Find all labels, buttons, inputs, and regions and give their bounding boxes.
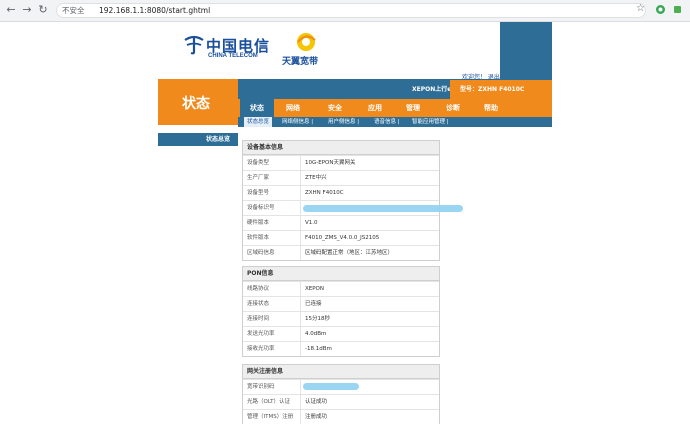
row-label: 硬件版本 xyxy=(243,216,301,230)
china-telecom-logo-icon xyxy=(184,35,204,55)
reload-icon[interactable]: ↻ xyxy=(36,3,50,17)
forward-icon[interactable]: → xyxy=(20,3,34,17)
subtab-smart-app[interactable]: 智能应用管理 | xyxy=(412,117,449,127)
pon-info-table: PON信息 线路协议 XEPON 连接状态 已连接 连接时间 15分18秒 发送… xyxy=(242,266,440,357)
row-label: 区域码信息 xyxy=(243,246,301,260)
broadband-brand: 天翼宽带 xyxy=(282,57,319,67)
router-page: 中国电信 CHINA TELECOM 天翼宽带 状态 欢迎您！ 退出 XEPON… xyxy=(0,22,690,424)
table-row: 连接时间 15分18秒 xyxy=(243,311,439,326)
row-label: 生产厂家 xyxy=(243,171,301,185)
extension-icon[interactable] xyxy=(655,4,666,15)
security-warning[interactable]: 不安全 xyxy=(62,5,85,17)
url-text[interactable]: 192.168.1.1:8080/start.ghtml xyxy=(99,5,210,17)
row-label: 接收光功率 xyxy=(243,342,301,356)
table-row: 连接状态 已连接 xyxy=(243,296,439,311)
row-value: 区域码配置正常（地区：江苏地区） xyxy=(305,250,394,256)
row-value: 10G-EPON天翼网关 xyxy=(305,160,356,166)
row-label: 线路协议 xyxy=(243,282,301,296)
row-value: 15分18秒 xyxy=(305,316,330,322)
tab-security[interactable]: 安全 xyxy=(318,99,352,117)
subtab-network-info[interactable]: 网络侧信息 | xyxy=(282,117,313,127)
table-row: 光路（OLT）认证 认证成功 xyxy=(243,394,439,409)
router-frame: 中国电信 CHINA TELECOM 天翼宽带 状态 欢迎您！ 退出 XEPON… xyxy=(158,22,552,424)
pon-info-title: PON信息 xyxy=(243,267,439,281)
row-value: 4.0dBm xyxy=(305,331,327,337)
row-label: 连接状态 xyxy=(243,297,301,311)
register-info-table: 网关注册信息 宽带识别码 光路（OLT）认证 认证成功 管理（ITMS）注册 注… xyxy=(242,364,440,424)
row-label: 软件版本 xyxy=(243,231,301,245)
row-label: 连接时间 xyxy=(243,312,301,326)
row-value: ZTE中兴 xyxy=(305,175,327,181)
row-value: ZXHN F4010C xyxy=(305,190,344,196)
tab-status[interactable]: 状态 xyxy=(240,99,274,117)
model-info: 型号：ZXHN F4010C xyxy=(460,86,525,93)
table-row: 设备型号 ZXHN F4010C xyxy=(243,185,439,200)
tab-help[interactable]: 帮助 xyxy=(474,99,508,117)
row-label: 宽带识别码 xyxy=(243,380,301,394)
table-row: 发送光功率 4.0dBm xyxy=(243,326,439,341)
device-info-table: 设备基本信息 设备类型 10G-EPON天翼网关 生产厂家 ZTE中兴 设备型号… xyxy=(242,140,463,261)
row-label: 管理（ITMS）注册 xyxy=(243,410,301,424)
row-label: 设备型号 xyxy=(243,186,301,200)
row-value: F4010_ZMS_V4.0.0_JS2105 xyxy=(305,235,380,241)
row-label: 发送光功率 xyxy=(243,327,301,341)
subtab-user-info[interactable]: 用户侧信息 | xyxy=(328,117,359,127)
sidebar-item-status-overview[interactable]: 状态总览 xyxy=(158,133,238,146)
row-value: V1.0 xyxy=(305,220,318,226)
row-value: 认证成功 xyxy=(305,399,328,405)
puzzle-extension-icon[interactable] xyxy=(672,4,683,15)
redaction-mark xyxy=(303,383,359,390)
redaction-mark xyxy=(303,205,463,212)
banner-accent xyxy=(500,22,552,79)
table-row: 管理（ITMS）注册 注册成功 xyxy=(243,409,439,424)
table-row: 设备类型 10G-EPON天翼网关 xyxy=(243,155,439,170)
row-value: 注册成功 xyxy=(305,414,328,420)
row-label: 光路（OLT）认证 xyxy=(243,395,301,409)
banner: 中国电信 CHINA TELECOM 天翼宽带 xyxy=(158,22,552,79)
table-row: 接收光功率 -18.1dBm xyxy=(243,341,439,356)
table-row: 硬件版本 V1.0 xyxy=(243,215,439,230)
device-info-title: 设备基本信息 xyxy=(243,141,439,155)
back-icon[interactable]: ← xyxy=(4,3,18,17)
table-row: 设备标识号 xyxy=(243,200,463,215)
row-value: XEPON xyxy=(305,286,325,292)
tab-management[interactable]: 管理 xyxy=(396,99,430,117)
row-value: -18.1dBm xyxy=(305,346,332,352)
page-title: 状态 xyxy=(182,96,210,112)
browser-toolbar: ← → ↻ 不安全 192.168.1.1:8080/start.ghtml ☆ xyxy=(0,0,690,22)
address-bar[interactable]: 不安全 192.168.1.1:8080/start.ghtml xyxy=(56,3,646,18)
table-row: 线路协议 XEPON xyxy=(243,281,439,296)
table-row: 区域码信息 区域码配置正常（地区：江苏地区） xyxy=(243,245,439,260)
register-info-title: 网关注册信息 xyxy=(243,365,439,379)
table-row: 软件版本 F4010_ZMS_V4.0.0_JS2105 xyxy=(243,230,439,245)
tab-diagnostics[interactable]: 诊断 xyxy=(436,99,470,117)
bookmark-star-icon[interactable]: ☆ xyxy=(636,3,645,14)
logo-text-en: CHINA TELECOM xyxy=(208,53,258,59)
row-label: 设备标识号 xyxy=(243,201,301,215)
row-label: 设备类型 xyxy=(243,156,301,170)
tab-network[interactable]: 网络 xyxy=(276,99,310,117)
table-row: 宽带识别码 xyxy=(243,379,439,394)
subtab-status-overview[interactable]: 状态总览 xyxy=(244,117,273,127)
subtab-voice-info[interactable]: 语音信息 | xyxy=(374,117,400,127)
tab-application[interactable]: 应用 xyxy=(358,99,392,117)
row-value: 已连接 xyxy=(305,301,322,307)
table-row: 生产厂家 ZTE中兴 xyxy=(243,170,439,185)
